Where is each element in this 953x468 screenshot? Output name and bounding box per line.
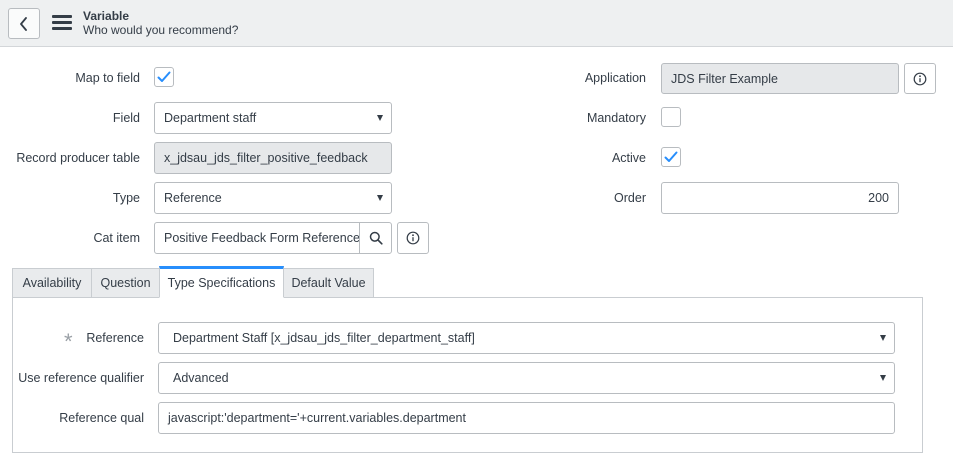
record-producer-table-label: Record producer table xyxy=(16,151,140,165)
chevron-down-icon xyxy=(880,375,886,381)
reference-label: Reference xyxy=(86,331,144,345)
tab-question[interactable]: Question xyxy=(91,268,160,298)
chevron-down-icon xyxy=(377,115,383,121)
use-reference-qualifier-label: Use reference qualifier xyxy=(18,371,144,385)
mandatory-checkbox[interactable] xyxy=(661,107,681,127)
field-select-value: Department staff xyxy=(164,111,257,125)
form-header: Variable Who would you recommend? xyxy=(0,0,953,47)
use-reference-qualifier-value: Advanced xyxy=(173,371,229,385)
field-label: Field xyxy=(112,111,140,125)
reference-qual-label: Reference qual xyxy=(59,411,144,425)
field-select[interactable]: Department staff xyxy=(154,102,392,134)
reference-qual-value: javascript:'department='+current.variabl… xyxy=(168,411,466,425)
cat-item-label: Cat item xyxy=(93,231,140,245)
mandatory-label: Mandatory xyxy=(586,111,646,125)
tab-availability[interactable]: Availability xyxy=(12,268,92,298)
info-icon xyxy=(913,72,927,85)
active-checkbox[interactable] xyxy=(661,147,681,167)
type-select-value: Reference xyxy=(164,191,222,205)
type-label: Type xyxy=(112,191,140,205)
tab-default-value[interactable]: Default Value xyxy=(283,268,374,298)
order-input[interactable]: 200 xyxy=(661,182,899,214)
order-value: 200 xyxy=(868,191,889,205)
form-title: Variable xyxy=(83,9,130,23)
cat-item-lookup-button[interactable] xyxy=(359,222,392,254)
chevron-down-icon xyxy=(880,335,886,341)
chevron-left-icon xyxy=(20,16,27,31)
tab-type-specifications[interactable]: Type Specifications xyxy=(159,266,284,298)
application-label: Application xyxy=(584,71,646,85)
map-to-field-label: Map to field xyxy=(75,71,140,85)
order-label: Order xyxy=(614,191,646,205)
use-reference-qualifier-select[interactable]: Advanced xyxy=(158,362,895,394)
tab-availability-label: Availability xyxy=(22,276,82,290)
application-field: JDS Filter Example xyxy=(661,63,899,94)
active-label: Active xyxy=(611,151,646,165)
back-button[interactable] xyxy=(8,8,40,39)
application-info-button[interactable] xyxy=(904,63,936,94)
info-icon xyxy=(406,231,420,245)
reference-select[interactable]: Department Staff [x_jdsau_jds_filter_dep… xyxy=(158,322,895,354)
map-to-field-checkbox[interactable] xyxy=(154,67,174,87)
tab-type-specifications-label: Type Specifications xyxy=(167,276,276,290)
form-subtitle: Who would you recommend? xyxy=(83,23,239,37)
record-producer-table-value: x_jdsau_jds_filter_positive_feedback xyxy=(164,151,368,165)
search-icon xyxy=(369,231,383,245)
record-producer-table-field: x_jdsau_jds_filter_positive_feedback xyxy=(154,142,392,174)
cat-item-value: Positive Feedback Form Reference xyxy=(164,231,360,245)
checkmark-icon xyxy=(157,71,171,82)
chevron-down-icon xyxy=(377,195,383,201)
cat-item-info-button[interactable] xyxy=(397,222,429,254)
tab-default-value-label: Default Value xyxy=(291,276,366,290)
reference-qual-input[interactable]: javascript:'department='+current.variabl… xyxy=(158,402,895,434)
tab-question-label: Question xyxy=(100,276,151,290)
cat-item-input[interactable]: Positive Feedback Form Reference xyxy=(154,222,360,254)
type-select[interactable]: Reference xyxy=(154,182,392,214)
checkmark-icon xyxy=(664,151,678,162)
application-value: JDS Filter Example xyxy=(671,71,778,86)
reference-select-value: Department Staff [x_jdsau_jds_filter_dep… xyxy=(173,331,475,345)
hamburger-menu-icon[interactable] xyxy=(52,15,72,31)
